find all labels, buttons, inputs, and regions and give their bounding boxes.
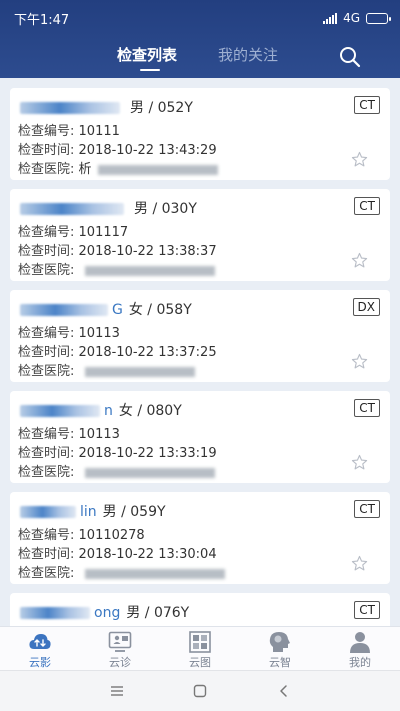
patient-name-redacted xyxy=(20,607,90,619)
nav-label: 云影 xyxy=(29,656,51,669)
star-icon[interactable] xyxy=(351,151,368,168)
signal-icon xyxy=(323,12,338,24)
status-bar: 下午1:47 4G xyxy=(0,0,400,36)
patient-name-line: 男 / 030Y xyxy=(20,198,197,218)
exam-record-card[interactable]: G 女 / 058Y DX 检查编号: 10113 检查时间: 2018-10-2… xyxy=(10,290,390,382)
image-grid-icon xyxy=(189,631,211,653)
active-tab-indicator xyxy=(140,69,160,71)
cloud-upload-icon xyxy=(29,634,51,649)
nav-item-cloud-imaging[interactable]: 云影 xyxy=(0,627,80,671)
patient-name-redacted xyxy=(20,405,100,417)
tab-exam-list[interactable]: 检查列表 xyxy=(117,44,177,65)
patient-name: G xyxy=(112,302,123,318)
bottom-nav: 云影 云诊 云图 云智 我的 xyxy=(0,626,400,670)
nav-label: 云智 xyxy=(269,656,291,669)
exam-hospital: 检查医院: xyxy=(18,461,215,480)
tab-my-following[interactable]: 我的关注 xyxy=(218,44,278,65)
brain-head-icon xyxy=(269,632,290,652)
exam-hospital: 检查医院: xyxy=(18,562,225,581)
modality-badge: CT xyxy=(354,500,380,518)
exam-time: 检查时间: 2018-10-22 13:33:19 xyxy=(18,446,217,461)
star-icon[interactable] xyxy=(351,353,368,370)
search-icon[interactable] xyxy=(338,46,362,68)
modality-badge: CT xyxy=(354,601,380,619)
exam-record-card[interactable]: ong 男 / 076Y CT xyxy=(10,593,390,626)
exam-number: 检查编号: 10111 xyxy=(18,124,120,139)
menu-icon[interactable] xyxy=(108,683,126,699)
status-icons: 4G xyxy=(323,11,391,25)
patient-name-redacted xyxy=(20,304,108,316)
app-header: 下午1:47 4G 检查列表 我的关注 xyxy=(0,0,400,78)
exam-time: 检查时间: 2018-10-22 13:30:04 xyxy=(18,547,217,562)
exam-number: 检查编号: 101117 xyxy=(18,225,129,240)
gender-age: 男 / 030Y xyxy=(134,201,197,217)
nav-label: 云图 xyxy=(189,656,211,669)
modality-badge: CT xyxy=(354,96,380,114)
patient-name: n xyxy=(104,403,113,419)
exam-record-card[interactable]: n 女 / 080Y CT 检查编号: 10113 检查时间: 2018-10-2… xyxy=(10,391,390,483)
network-type: 4G xyxy=(343,11,360,25)
nav-item-cloud-ai[interactable]: 云智 xyxy=(240,627,320,671)
modality-badge: DX xyxy=(352,298,380,316)
exam-time: 检查时间: 2018-10-22 13:38:37 xyxy=(18,244,217,259)
patient-name-line: n 女 / 080Y xyxy=(20,400,182,420)
star-icon[interactable] xyxy=(351,555,368,572)
patient-name-redacted xyxy=(20,506,76,518)
top-tabs: 检查列表 我的关注 xyxy=(0,44,400,78)
back-icon[interactable] xyxy=(275,683,293,699)
patient-name-redacted xyxy=(20,102,120,114)
system-nav-bar xyxy=(0,670,400,711)
exam-record-card[interactable]: 男 / 052Y CT 检查编号: 10111 检查时间: 2018-10-22… xyxy=(10,88,390,180)
status-time: 下午1:47 xyxy=(14,12,70,28)
battery-icon xyxy=(366,12,391,24)
star-icon[interactable] xyxy=(351,252,368,269)
gender-age: 男 / 052Y xyxy=(130,100,193,116)
exam-number: 检查编号: 10113 xyxy=(18,326,120,341)
exam-number: 检查编号: 10113 xyxy=(18,427,120,442)
nav-item-cloud-consult[interactable]: 云诊 xyxy=(80,627,160,671)
patient-name: lin xyxy=(80,504,97,520)
exam-record-card[interactable]: 男 / 030Y CT 检查编号: 101117 检查时间: 2018-10-2… xyxy=(10,189,390,281)
patient-name: ong xyxy=(94,605,121,621)
user-icon xyxy=(350,632,370,653)
nav-item-profile[interactable]: 我的 xyxy=(320,627,400,671)
exam-time: 检查时间: 2018-10-22 13:43:29 xyxy=(18,143,217,158)
exam-hospital: 检查医院: xyxy=(18,360,195,379)
home-icon[interactable] xyxy=(191,683,209,699)
exam-record-card[interactable]: lin 男 / 059Y CT 检查编号: 10110278 检查时间: 2018… xyxy=(10,492,390,584)
modality-badge: CT xyxy=(354,197,380,215)
gender-age: 男 / 059Y xyxy=(102,504,166,520)
patient-name-line: G 女 / 058Y xyxy=(20,299,192,319)
gender-age: 女 / 080Y xyxy=(118,403,182,419)
exam-number: 检查编号: 10110278 xyxy=(18,528,145,543)
nav-label: 云诊 xyxy=(109,656,131,669)
gender-age: 男 / 076Y xyxy=(126,605,190,621)
nav-label: 我的 xyxy=(349,656,371,669)
modality-badge: CT xyxy=(354,399,380,417)
exam-time: 检查时间: 2018-10-22 13:37:25 xyxy=(18,345,217,360)
exam-hospital: 检查医院: xyxy=(18,259,215,278)
patient-name-line: lin 男 / 059Y xyxy=(20,501,166,521)
patient-name-redacted xyxy=(20,203,124,215)
exam-hospital: 检查医院: 析 xyxy=(18,158,218,177)
nav-item-cloud-images[interactable]: 云图 xyxy=(160,627,240,671)
exam-record-list[interactable]: 男 / 052Y CT 检查编号: 10111 检查时间: 2018-10-22… xyxy=(0,78,400,626)
gender-age: 女 / 058Y xyxy=(128,302,192,318)
star-icon[interactable] xyxy=(351,454,368,471)
monitor-consult-icon xyxy=(108,631,132,652)
patient-name-line: 男 / 052Y xyxy=(20,97,193,117)
patient-name-line: ong 男 / 076Y xyxy=(20,602,189,622)
